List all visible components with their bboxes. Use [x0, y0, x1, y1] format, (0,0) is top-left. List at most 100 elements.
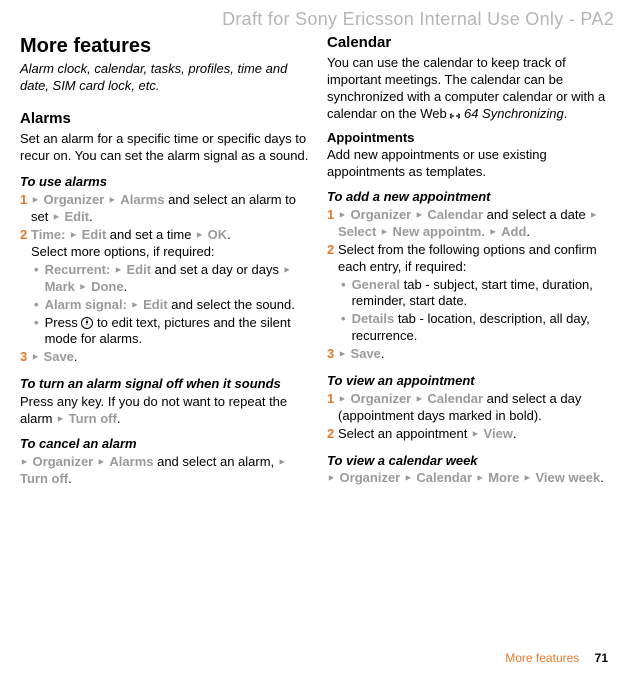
view-week-body: ► Organizer ► Calendar ► More ► View wee… — [327, 470, 616, 487]
right-column: Calendar You can use the calendar to kee… — [327, 33, 616, 495]
step-text: Select an appointment ► View. — [338, 426, 616, 443]
softkey-ok: OK — [208, 227, 228, 242]
nav-arrow-icon: ► — [69, 230, 78, 240]
nav-arrow-icon: ► — [338, 210, 347, 220]
step-row: 2 Time: ► Edit and set a time ► OK.Selec… — [20, 227, 309, 261]
softkey-alarms: Alarms — [120, 192, 164, 207]
softkey-details: Details — [352, 311, 395, 326]
nav-arrow-icon: ► — [471, 428, 480, 438]
softkey-save: Save — [44, 349, 74, 364]
footer-page-number: 71 — [595, 651, 608, 665]
nav-arrow-icon: ► — [415, 210, 424, 220]
view-week-heading: To view a calendar week — [327, 453, 616, 470]
turn-off-body: Press any key. If you do not want to rep… — [20, 394, 309, 428]
bullet-row: • Press to edit text, pictures and the s… — [34, 315, 309, 349]
page-title: More features — [20, 33, 309, 59]
softkey-view: View — [484, 426, 513, 441]
step-text: ► Organizer ► Calendar and select a date… — [338, 207, 616, 241]
softkey-select: Select — [338, 224, 376, 239]
step-number: 3 — [327, 346, 335, 363]
bullet-row: • Alarm signal: ► Edit and select the so… — [34, 297, 309, 314]
view-appointment-heading: To view an appointment — [327, 373, 616, 390]
softkey-turn-off: Turn off — [20, 471, 68, 486]
bullet-row: • Recurrent: ► Edit and set a day or day… — [34, 262, 309, 296]
step-text-fragment: and set a time — [106, 227, 195, 242]
bullet-text: Recurrent: ► Edit and set a day or days … — [45, 262, 309, 296]
bullet-text: Alarm signal: ► Edit and select the soun… — [45, 297, 309, 314]
softkey-done: Done — [91, 279, 124, 294]
softkey-alarms: Alarms — [109, 454, 153, 469]
softkey-time: Time: — [31, 227, 65, 242]
softkey-organizer: Organizer — [351, 391, 412, 406]
nav-arrow-icon: ► — [52, 212, 61, 222]
bullet-text: Details tab - location, description, all… — [352, 311, 616, 345]
two-column-layout: More features Alarm clock, calendar, tas… — [20, 33, 616, 495]
page-footer: More features 71 — [505, 651, 608, 667]
use-alarms-heading: To use alarms — [20, 174, 309, 191]
nav-arrow-icon: ► — [131, 299, 140, 309]
cancel-alarm-body: ► Organizer ► Alarms and select an alarm… — [20, 454, 309, 488]
softkey-recurrent: Recurrent: — [45, 262, 111, 277]
nav-arrow-icon: ► — [338, 394, 347, 404]
left-column: More features Alarm clock, calendar, tas… — [20, 33, 309, 495]
nav-arrow-icon: ► — [380, 227, 389, 237]
nav-arrow-icon: ► — [31, 352, 40, 362]
nav-arrow-icon: ► — [79, 282, 88, 292]
step-text: ► Save. — [31, 349, 309, 366]
bullet-row: • General tab - subject, start time, dur… — [341, 277, 616, 311]
step-text: Select from the following options and co… — [338, 242, 616, 276]
softkey-mark: Mark — [45, 279, 75, 294]
step-row: 1 ► Organizer ► Calendar and select a da… — [327, 207, 616, 241]
nav-arrow-icon: ► — [415, 394, 424, 404]
nav-arrow-icon: ► — [31, 195, 40, 205]
step-text: ► Save. — [338, 346, 616, 363]
softkey-edit: Edit — [126, 262, 151, 277]
step-row: 2 Select an appointment ► View. — [327, 426, 616, 443]
softkey-organizer: Organizer — [33, 454, 94, 469]
step-number: 2 — [20, 227, 28, 244]
bullet-text: Press to edit text, pictures and the sil… — [45, 315, 309, 349]
nav-arrow-icon: ► — [97, 457, 106, 467]
bullet-icon: • — [341, 277, 346, 293]
nav-arrow-icon: ► — [523, 473, 532, 483]
text-fragment: and select a date — [483, 207, 589, 222]
appointments-heading: Appointments — [327, 130, 616, 147]
softkey-calendar: Calendar — [427, 391, 483, 406]
step-text: ► Organizer ► Calendar and select a day … — [338, 391, 616, 425]
bullet-text-fragment: Press — [45, 315, 82, 330]
nav-arrow-icon: ► — [108, 195, 117, 205]
softkey-edit: Edit — [65, 209, 90, 224]
softkey-organizer: Organizer — [44, 192, 105, 207]
calendar-body: You can use the calendar to keep track o… — [327, 55, 616, 123]
cancel-alarm-heading: To cancel an alarm — [20, 436, 309, 453]
text-fragment: Select an appointment — [338, 426, 471, 441]
draft-watermark: Draft for Sony Ericsson Internal Use Onl… — [20, 8, 616, 31]
bullet-row: • Details tab - location, description, a… — [341, 311, 616, 345]
calendar-heading: Calendar — [327, 33, 616, 53]
step-number: 3 — [20, 349, 28, 366]
step-row: 1 ► Organizer ► Alarms and select an ala… — [20, 192, 309, 226]
link-icon — [450, 109, 460, 119]
softkey-save: Save — [351, 346, 381, 361]
nav-arrow-icon: ► — [476, 473, 485, 483]
softkey-more: More — [488, 470, 519, 485]
softkey-alarm-signal: Alarm signal: — [45, 297, 127, 312]
bullet-text: General tab - subject, start time, durat… — [352, 277, 616, 311]
step-row: 1 ► Organizer ► Calendar and select a da… — [327, 391, 616, 425]
nav-key-icon — [81, 317, 93, 329]
nav-arrow-icon: ► — [404, 473, 413, 483]
softkey-edit: Edit — [82, 227, 107, 242]
step-number: 2 — [327, 242, 335, 259]
step-text: ► Organizer ► Alarms and select an alarm… — [31, 192, 309, 226]
step-row: 3 ► Save. — [327, 346, 616, 363]
nav-arrow-icon: ► — [338, 349, 347, 359]
appointments-body: Add new appointments or use existing app… — [327, 147, 616, 181]
nav-arrow-icon: ► — [20, 457, 29, 467]
softkey-turn-off: Turn off — [69, 411, 117, 426]
softkey-view-week: View week — [535, 470, 600, 485]
softkey-calendar: Calendar — [416, 470, 472, 485]
bullet-icon: • — [34, 315, 39, 331]
softkey-organizer: Organizer — [351, 207, 412, 222]
softkey-add: Add — [501, 224, 526, 239]
nav-arrow-icon: ► — [489, 227, 498, 237]
